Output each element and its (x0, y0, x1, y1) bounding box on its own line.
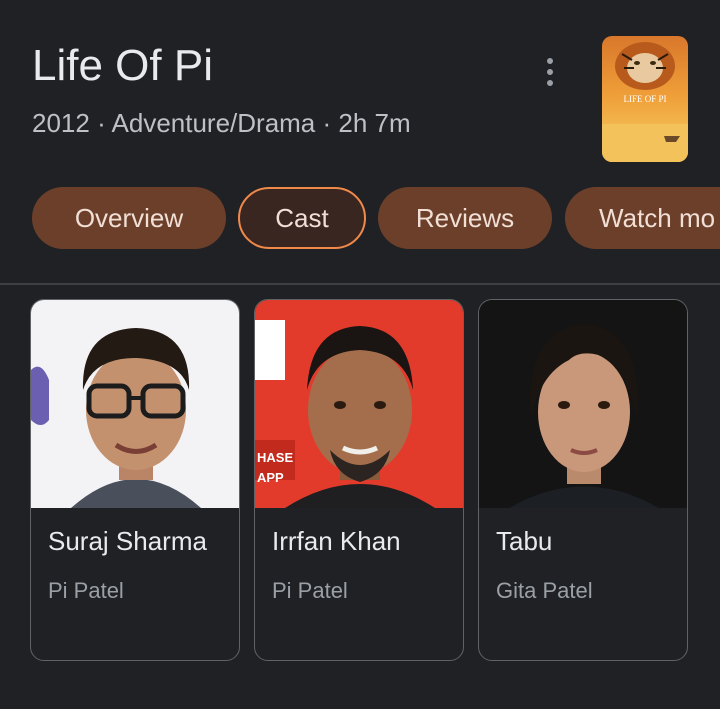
cast-photo-tabu (479, 300, 687, 508)
divider (0, 283, 720, 285)
movie-poster[interactable]: LIFE OF PI (602, 36, 688, 162)
svg-text:APP: APP (257, 470, 284, 485)
tab-overview[interactable]: Overview (32, 187, 226, 249)
tab-watch-movie[interactable]: Watch mo (565, 187, 720, 249)
cast-role: Gita Patel (496, 578, 593, 603)
more-vert-icon-dot (547, 80, 553, 86)
cast-photo-suraj-sharma (31, 300, 239, 508)
tab-cast[interactable]: Cast (238, 187, 366, 249)
movie-title: Life Of Pi (32, 41, 213, 90)
movie-subtitle: 2012 · Adventure/Drama · 2h 7m (32, 108, 411, 138)
more-vert-icon (547, 58, 553, 64)
cast-card[interactable]: Suraj Sharma Pi Patel (30, 299, 240, 661)
cast-name: Irrfan Khan (272, 526, 401, 556)
cast-carousel: Suraj Sharma Pi Patel HASE APP Irrfan Kh… (30, 299, 720, 663)
svg-text:HASE: HASE (257, 450, 293, 465)
cast-role: Pi Patel (272, 578, 348, 603)
movie-header: Life Of Pi 2012 · Adventure/Drama · 2h 7… (0, 0, 720, 180)
cast-name: Suraj Sharma (48, 526, 207, 556)
cast-photo-irrfan-khan: HASE APP (255, 300, 463, 508)
more-options-button[interactable] (530, 50, 570, 94)
cast-role: Pi Patel (48, 578, 124, 603)
tab-reviews[interactable]: Reviews (378, 187, 552, 249)
cast-card[interactable]: HASE APP Irrfan Khan Pi Patel (254, 299, 464, 661)
cast-name: Tabu (496, 526, 553, 556)
poster-title-text: LIFE OF PI (623, 94, 666, 104)
cast-card[interactable]: Tabu Gita Patel (478, 299, 688, 661)
tab-chips: Overview Cast Reviews Watch mo (32, 187, 720, 251)
more-vert-icon-dot (547, 69, 553, 75)
